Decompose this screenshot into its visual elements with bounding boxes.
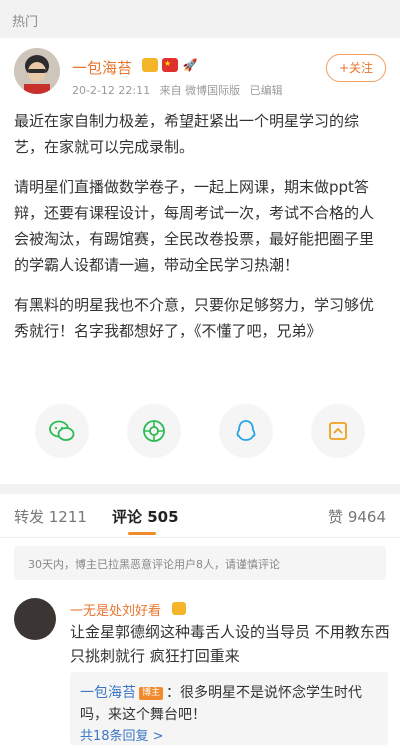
share-wechat-button[interactable] xyxy=(35,404,89,458)
commenter-name[interactable]: 一无是处刘好看 xyxy=(70,600,161,619)
crown-badge-icon xyxy=(172,602,186,615)
author-name[interactable]: 一包海苔 xyxy=(72,57,132,78)
active-tab-indicator xyxy=(128,532,156,535)
qq-icon xyxy=(236,420,256,441)
share-row xyxy=(0,404,400,460)
tab-comments[interactable]: 评论 505 xyxy=(112,506,179,527)
post-paragraph: 请明星们直播做数学卷子，一起上网课，期末做ppt答辩，还要有课程设计，每周考试一… xyxy=(14,178,375,274)
post-source: 来自 微博国际版 xyxy=(159,84,241,97)
post-paragraph: 最近在家自制力极差，希望赶紧出一个明星学习的综艺，在家就可以完成录制。 xyxy=(14,112,360,156)
tab-repost[interactable]: 转发 1211 xyxy=(14,506,87,527)
reply-box[interactable]: 一包海苔 博主 ：很多明星不是说怀念学生时代吗，来这个舞台吧！ 共18条回复 > xyxy=(70,672,388,745)
section-divider xyxy=(0,484,400,494)
post-meta: 20-2-12 22:11 来自 微博国际版 已编辑 xyxy=(72,82,289,98)
post-body: 最近在家自制力极差，希望赶紧出一个明星学习的综艺，在家就可以完成录制。 请明星们… xyxy=(14,108,386,358)
reply-author[interactable]: 一包海苔 xyxy=(80,685,136,701)
qzone-icon xyxy=(329,422,347,440)
share-qzone-button[interactable] xyxy=(311,404,365,458)
commenter-avatar[interactable] xyxy=(14,598,56,640)
share-moments-button[interactable] xyxy=(127,404,181,458)
follow-button[interactable]: +关注 xyxy=(326,54,386,82)
author-badges: 🚀 xyxy=(142,58,198,72)
author-avatar[interactable] xyxy=(14,48,60,94)
author-tag: 博主 xyxy=(139,687,164,700)
post-timestamp: 20-2-12 22:11 xyxy=(72,84,151,97)
section-header: 热门 xyxy=(0,0,400,38)
post-paragraph: 有黑料的明星我也不介意，只要你足够努力，学习够优秀就行！名字我都想好了，《不懂了… xyxy=(14,296,375,340)
section-title: 热门 xyxy=(12,15,39,30)
rocket-badge-icon: 🚀 xyxy=(182,58,198,72)
comment-text: 让金星郭德纲这种毒舌人设的当导员 不用教东西只挑刺就行 疯狂打回重来 xyxy=(70,623,390,665)
china-flag-icon xyxy=(162,58,178,72)
avatar-image xyxy=(14,48,60,94)
share-qq-button[interactable] xyxy=(219,404,273,458)
tab-likes[interactable]: 赞 9464 xyxy=(328,506,386,527)
interaction-tabs: 转发 1211 评论 505 赞 9464 xyxy=(0,494,400,538)
wechat-icon xyxy=(49,420,75,441)
crown-badge-icon xyxy=(142,58,158,72)
comment-notice: 30天内，博主已拉黑恶意评论用户8人，请谨慎评论 xyxy=(14,546,386,580)
post-edited: 已编辑 xyxy=(249,84,283,97)
moments-icon xyxy=(143,420,165,442)
